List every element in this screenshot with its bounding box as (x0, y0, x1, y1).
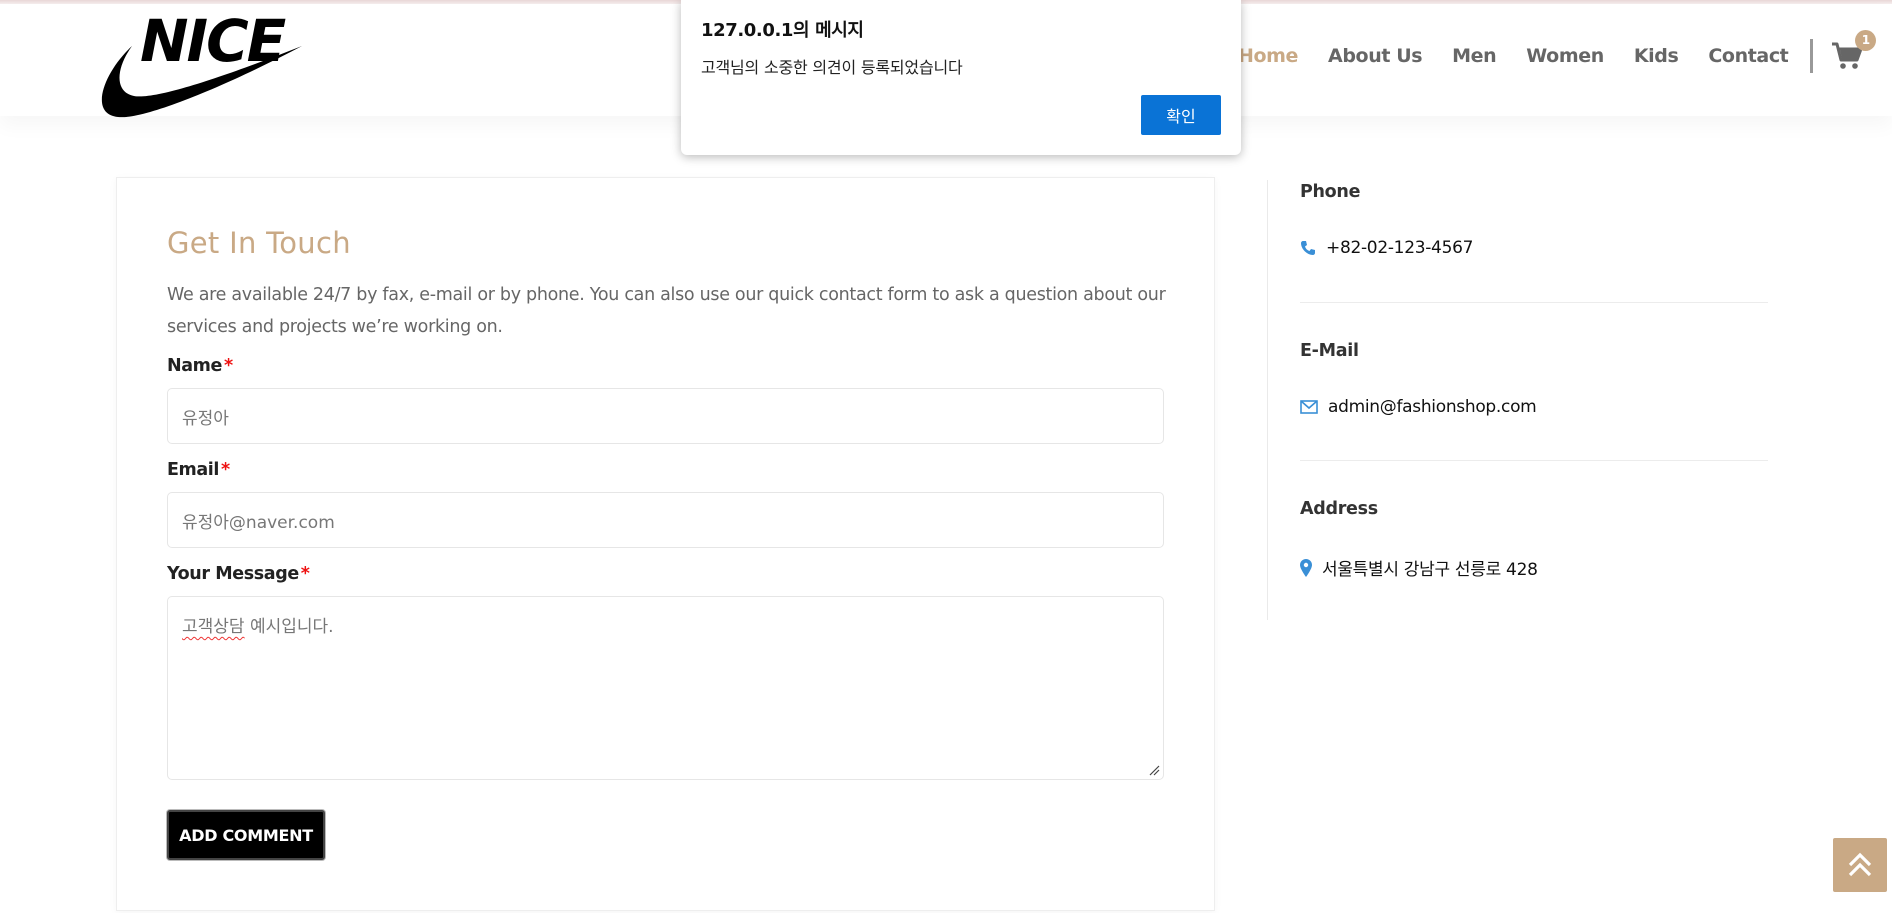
required-mark: * (300, 564, 310, 584)
email-field[interactable]: 유정아@naver.com (167, 492, 1164, 548)
nav-divider (1810, 39, 1814, 73)
message-label: Your Message * (167, 564, 310, 584)
name-label-text: Name (167, 356, 222, 376)
message-value-rest: 예시입니다. (244, 617, 334, 637)
alert-title: 127.0.0.1의 메시지 (701, 20, 864, 41)
form-intro: We are available 24/7 by fax, e-mail or … (167, 285, 1166, 337)
phone-row: +82-02-123-4567 (1300, 238, 1473, 258)
email-label: Email * (167, 460, 230, 480)
cart-count-badge: 1 (1855, 30, 1877, 51)
email-heading: E-Mail (1300, 341, 1359, 361)
required-mark: * (223, 356, 233, 376)
info-divider (1300, 460, 1768, 461)
phone-value[interactable]: +82-02-123-4567 (1326, 238, 1473, 258)
address-heading: Address (1300, 499, 1378, 519)
alert-dialog: 127.0.0.1의 메시지 고객님의 소중한 의견이 등록되었습니다 확인 (681, 0, 1241, 155)
chevron-up-icon (1848, 852, 1872, 877)
info-divider (1300, 302, 1768, 303)
message-textarea[interactable]: 고객상담 예시입니다. (167, 596, 1164, 780)
contact-info: Phone +82-02-123-4567 E-Mail admin@fashi… (1267, 180, 1768, 620)
nav-item-about-us[interactable]: About Us (1328, 45, 1423, 67)
alert-message: 고객님의 소중한 의견이 등록되었습니다 (701, 58, 963, 77)
cart-button[interactable]: 1 (1831, 30, 1877, 74)
phone-icon (1300, 240, 1316, 256)
name-field-value: 유정아 (182, 409, 229, 429)
required-mark: * (221, 460, 230, 480)
site-logo[interactable]: NICE (96, 7, 306, 118)
name-label: Name * (167, 356, 233, 376)
email-label-text: Email (167, 460, 219, 480)
scroll-to-top-button[interactable] (1833, 838, 1887, 892)
name-field[interactable]: 유정아 (167, 388, 1164, 444)
nav-item-women[interactable]: Women (1526, 45, 1604, 67)
nav-item-contact[interactable]: Contact (1708, 45, 1788, 67)
map-marker-icon (1300, 558, 1312, 577)
nav-item-men[interactable]: Men (1452, 45, 1497, 67)
message-label-text: Your Message (167, 564, 299, 584)
main-nav: Home About Us Men Women Kids Contact 1 (1238, 30, 1877, 74)
contact-form-card: Get In Touch We are available 24/7 by fa… (116, 177, 1215, 911)
nav-item-kids[interactable]: Kids (1634, 45, 1679, 67)
nav-item-home[interactable]: Home (1238, 45, 1298, 67)
message-value-misspelled: 고객상담 (182, 617, 245, 637)
phone-heading: Phone (1300, 182, 1361, 202)
address-row: 서울특별시 강남구 선릉로 428 (1300, 555, 1538, 580)
form-title: Get In Touch (167, 226, 351, 260)
envelope-icon (1300, 400, 1318, 414)
add-comment-button[interactable]: ADD COMMENT (167, 810, 325, 860)
email-field-value: 유정아@naver.com (182, 513, 335, 533)
address-value: 서울특별시 강남구 선릉로 428 (1322, 560, 1538, 580)
email-value[interactable]: admin@fashionshop.com (1328, 397, 1537, 417)
email-row: admin@fashionshop.com (1300, 397, 1537, 417)
logo-text: NICE (140, 7, 286, 75)
resize-grip-icon[interactable] (1148, 764, 1160, 776)
alert-ok-button[interactable]: 확인 (1141, 95, 1221, 135)
